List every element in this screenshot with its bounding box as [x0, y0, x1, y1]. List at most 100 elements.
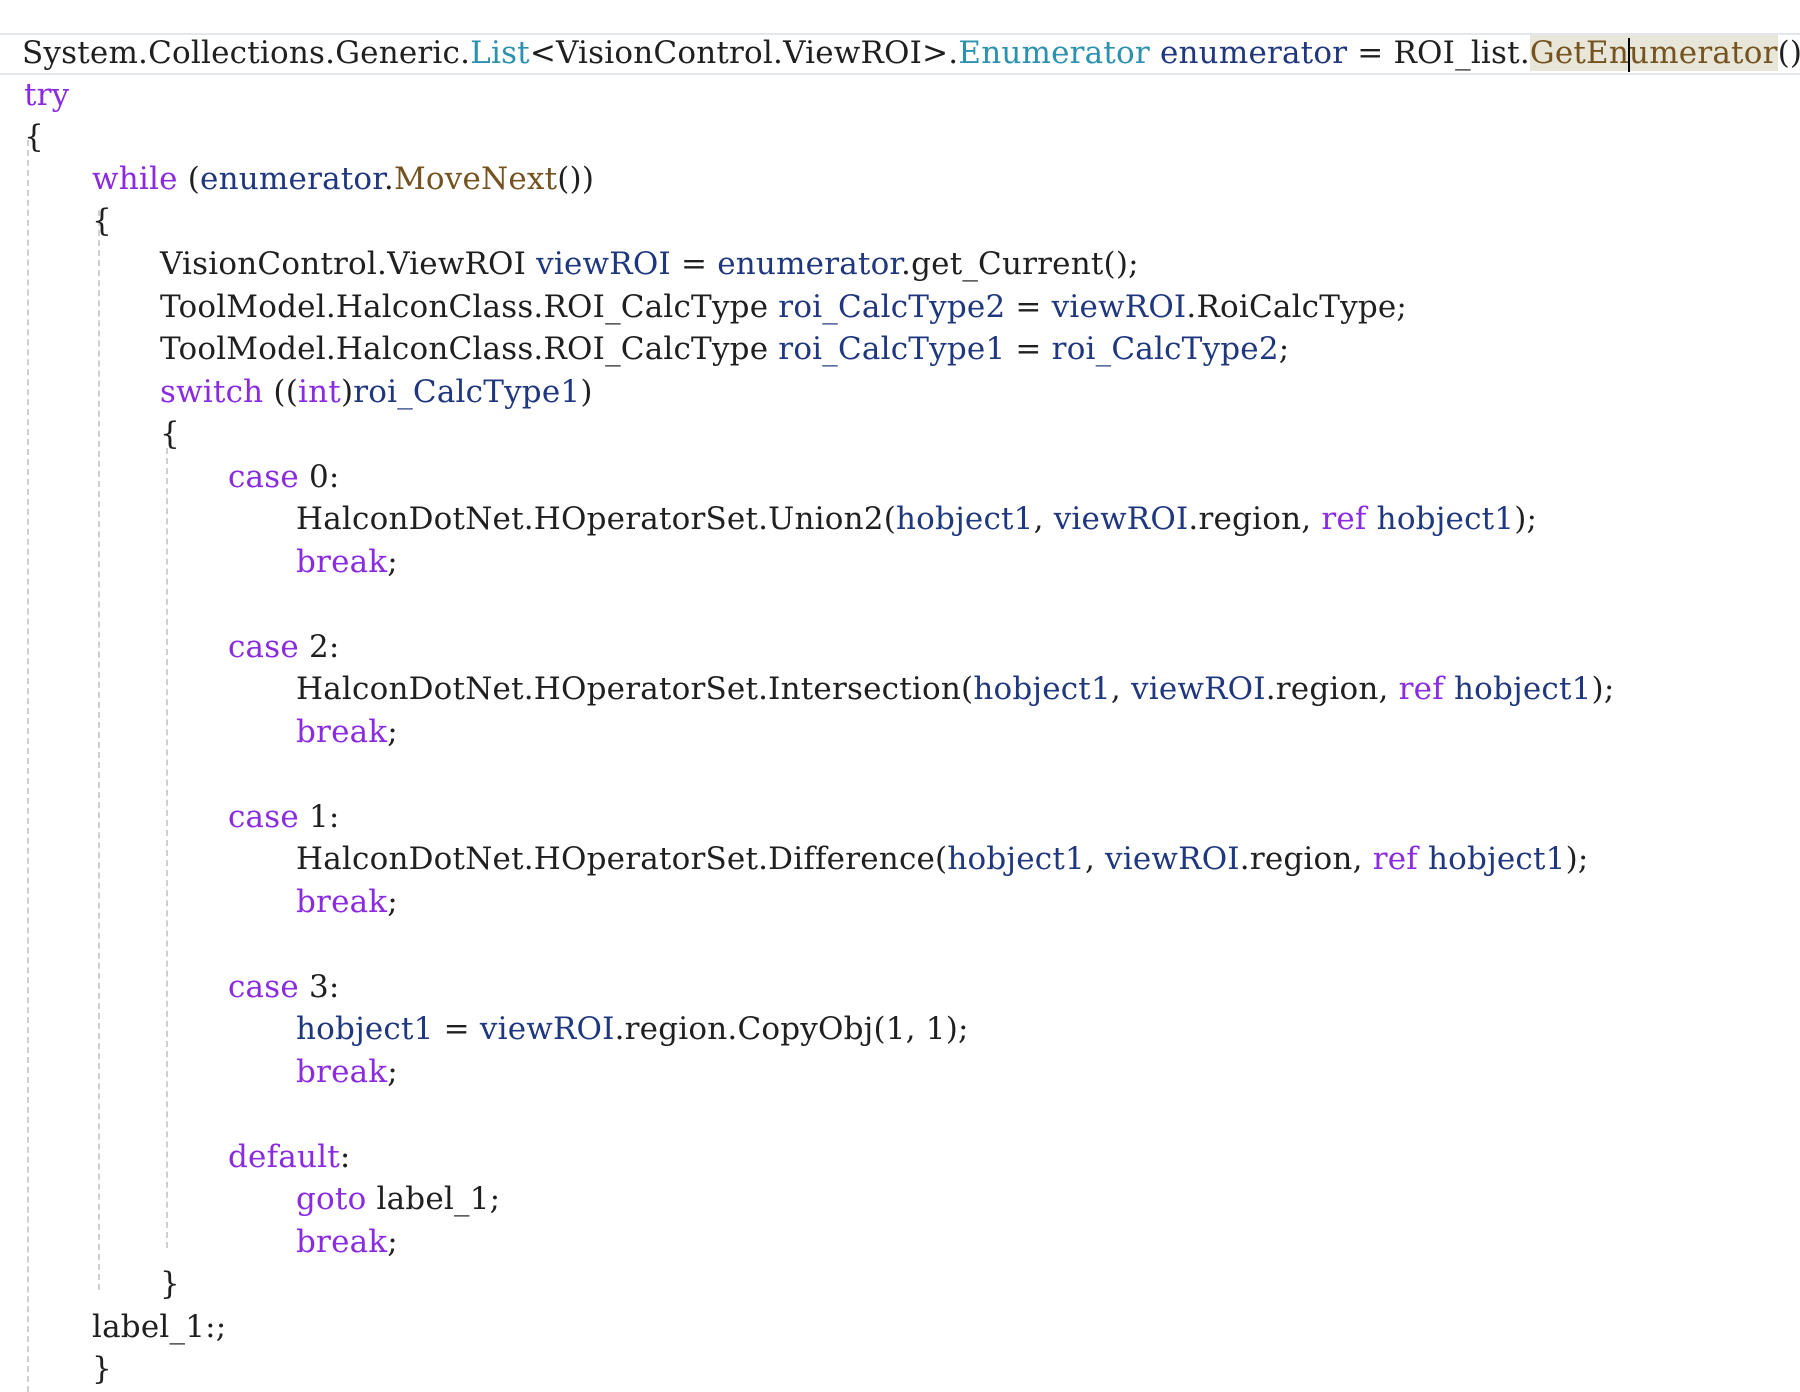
code-token: ;: [387, 544, 398, 580]
code-token: .RoiCalcType;: [1186, 289, 1408, 325]
code-token: hobject1: [1376, 501, 1515, 537]
code-token: while: [92, 161, 178, 197]
code-line-12[interactable]: HalconDotNet.HOperatorSet.Union2(hobject…: [296, 498, 1537, 540]
code-token: {: [160, 416, 180, 452]
code-token: int: [298, 374, 341, 410]
code-token-highlighted: GetEnumerator: [1529, 35, 1778, 72]
code-token: viewROI: [1105, 841, 1240, 877]
code-token: 3:: [298, 969, 340, 1005]
code-line-28[interactable]: }: [92, 1348, 112, 1390]
code-editor[interactable]: System.Collections.Generic.List<VisionCo…: [0, 0, 1800, 1392]
code-token: hobject1: [973, 671, 1111, 707]
code-line-16[interactable]: break;: [296, 711, 398, 753]
code-line-9[interactable]: switch ((int)roi_CalcType1): [160, 371, 593, 413]
code-token: {: [92, 203, 112, 239]
code-line-2[interactable]: try: [24, 74, 69, 116]
code-token: case: [228, 969, 299, 1005]
code-token: 0:: [298, 459, 340, 495]
code-line-13[interactable]: break;: [296, 541, 398, 583]
code-line-25[interactable]: break;: [296, 1221, 398, 1263]
code-token: break: [296, 714, 388, 750]
code-token: 2:: [298, 629, 340, 665]
code-token: ()): [557, 161, 595, 197]
code-token: );: [1591, 671, 1615, 707]
code-token: = ROI_list.: [1347, 35, 1530, 71]
code-line-6[interactable]: VisionControl.ViewROI viewROI = enumerat…: [160, 243, 1139, 285]
indent-guide-level-1: [27, 140, 29, 1392]
code-token: roi_CalcType1: [353, 374, 581, 410]
code-token: ;: [387, 1054, 398, 1090]
code-token: VisionControl.ViewROI: [160, 246, 537, 282]
code-token: case: [228, 629, 299, 665]
code-token: hobject1: [947, 841, 1085, 877]
code-token: <VisionControl.ViewROI>.: [529, 35, 959, 71]
code-token: {: [24, 119, 44, 155]
code-token: );: [1514, 501, 1538, 537]
code-line-5[interactable]: {: [92, 200, 112, 242]
code-token: roi_CalcType1: [778, 331, 1006, 367]
code-token: ();: [1777, 35, 1800, 71]
code-token: hobject1: [896, 501, 1034, 537]
code-token: 1:: [298, 799, 340, 835]
code-line-11[interactable]: case 0:: [228, 456, 340, 498]
code-token: =: [1005, 331, 1052, 367]
code-token: case: [228, 799, 299, 835]
code-token: :: [339, 1139, 351, 1175]
code-line-18[interactable]: HalconDotNet.HOperatorSet.Difference(hob…: [296, 838, 1589, 880]
code-token: case: [228, 459, 299, 495]
code-line-3[interactable]: {: [24, 116, 44, 158]
code-line-19[interactable]: break;: [296, 881, 398, 923]
code-line-10[interactable]: {: [160, 413, 180, 455]
code-token: ): [340, 374, 354, 410]
code-token: ((: [263, 374, 298, 410]
code-token: viewROI: [1053, 501, 1189, 537]
code-line-20[interactable]: case 3:: [228, 966, 340, 1008]
code-line-17[interactable]: case 1:: [228, 796, 340, 838]
code-line-22[interactable]: break;: [296, 1051, 398, 1093]
code-line-21[interactable]: hobject1 = viewROI.region.CopyObj(1, 1);: [296, 1008, 969, 1050]
code-line-15[interactable]: HalconDotNet.HOperatorSet.Intersection(h…: [296, 668, 1614, 710]
code-token: enumerator: [1159, 35, 1348, 71]
code-token: Enumerator: [958, 35, 1150, 71]
code-token: break: [296, 1224, 388, 1260]
code-token: ref: [1398, 671, 1444, 707]
code-token: .region,: [1265, 671, 1399, 707]
code-line-26[interactable]: }: [160, 1263, 180, 1305]
code-line-1[interactable]: System.Collections.Generic.List<VisionCo…: [22, 32, 1800, 74]
code-token: ;: [387, 1224, 398, 1260]
code-token: ToolModel.HalconClass.ROI_CalcType: [160, 331, 779, 367]
code-line-7[interactable]: ToolModel.HalconClass.ROI_CalcType roi_C…: [160, 286, 1407, 328]
code-token: ;: [387, 884, 398, 920]
code-token: .region,: [1188, 501, 1322, 537]
code-token: ref: [1372, 841, 1418, 877]
code-token: break: [296, 884, 388, 920]
code-token: HalconDotNet.HOperatorSet.Intersection(: [296, 671, 974, 707]
code-token: hobject1: [1453, 671, 1592, 707]
code-token: .region,: [1239, 841, 1373, 877]
code-line-4[interactable]: while (enumerator.MoveNext()): [92, 158, 594, 200]
code-token: viewROI: [479, 1011, 615, 1047]
code-line-23[interactable]: default:: [228, 1136, 351, 1178]
code-token: hobject1: [296, 1011, 434, 1047]
code-token: switch: [160, 374, 264, 410]
code-token: List: [470, 35, 530, 71]
code-line-27[interactable]: label_1:;: [92, 1306, 226, 1348]
code-line-14[interactable]: case 2:: [228, 626, 340, 668]
code-token: ToolModel.HalconClass.ROI_CalcType: [160, 289, 779, 325]
indent-guide-level-2: [98, 210, 100, 1290]
code-token: ref: [1321, 501, 1367, 537]
code-token: viewROI: [536, 246, 671, 282]
code-token: break: [296, 1054, 388, 1090]
code-token: ): [580, 374, 593, 410]
code-token: label_1;: [366, 1181, 501, 1217]
code-line-8[interactable]: ToolModel.HalconClass.ROI_CalcType roi_C…: [160, 328, 1289, 370]
code-token: }: [92, 1351, 112, 1387]
code-token: =: [670, 246, 718, 282]
code-token: roi_CalcType2: [1051, 331, 1279, 367]
code-token: .region.CopyObj(1, 1);: [614, 1011, 969, 1047]
indent-guide-level-3: [166, 448, 168, 1248]
code-token: viewROI: [1131, 671, 1266, 707]
code-token: HalconDotNet.HOperatorSet.Union2(: [296, 501, 897, 537]
code-line-24[interactable]: goto label_1;: [296, 1178, 500, 1220]
